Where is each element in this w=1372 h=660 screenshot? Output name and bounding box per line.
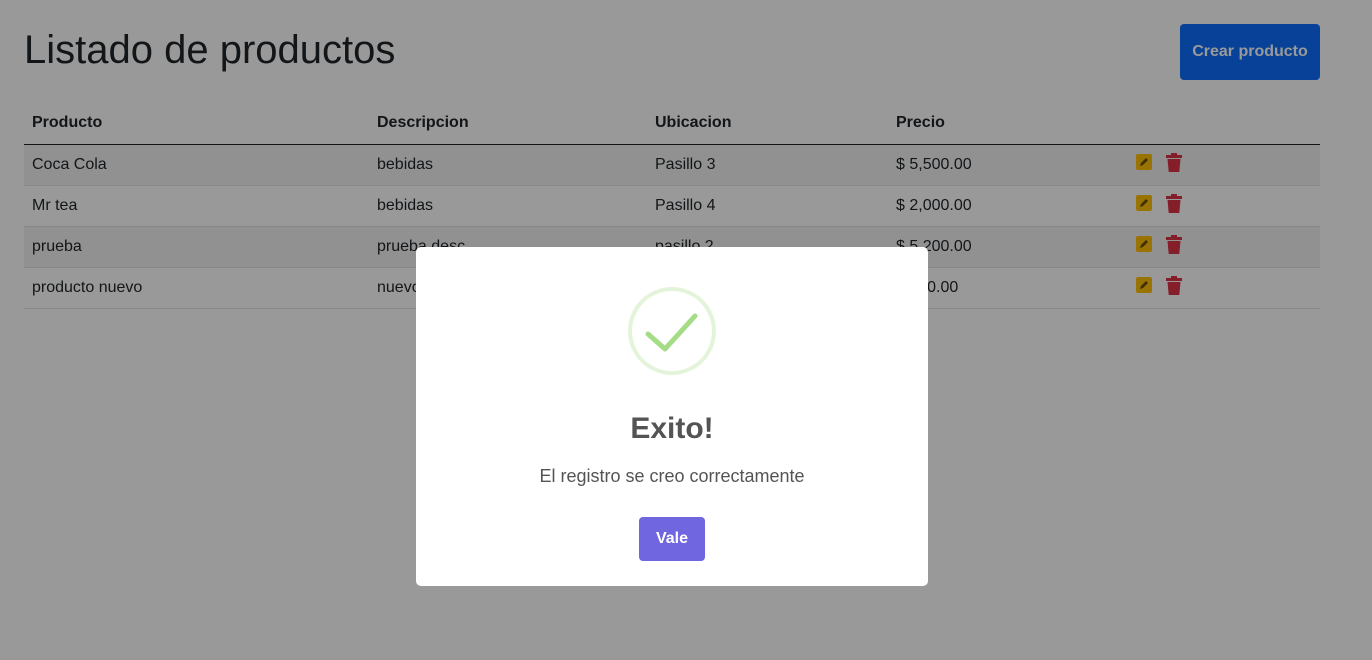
dialog-message: El registro se creo correctamente [539, 466, 805, 486]
success-check-icon [628, 287, 716, 375]
confirm-button[interactable]: Vale [639, 517, 705, 561]
dialog-title: Exito! [630, 412, 714, 445]
success-dialog: Exito! El registro se creo correctamente… [416, 247, 928, 586]
